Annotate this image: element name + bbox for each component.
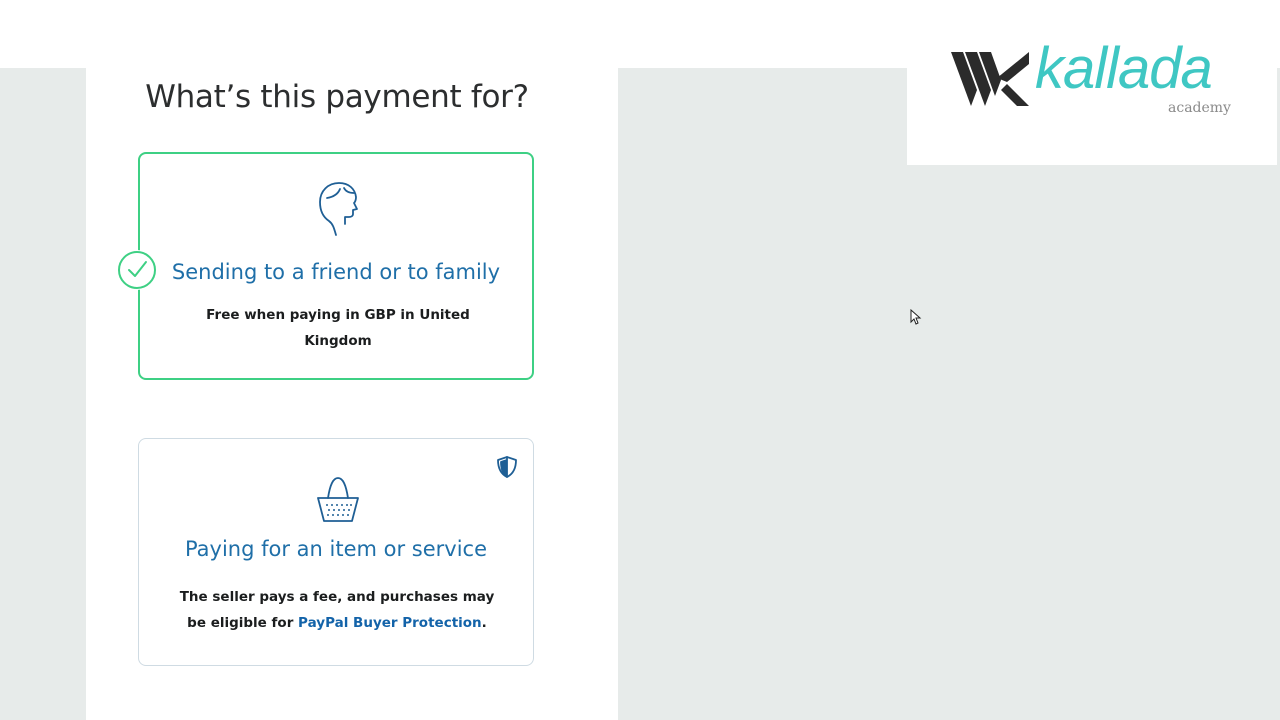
option-title: Sending to a friend or to family (171, 260, 501, 284)
logo-subtitle: academy (1168, 100, 1231, 116)
person-head-icon (316, 180, 360, 242)
option-description: Free when paying in GBP in United Kingdo… (206, 307, 470, 349)
selected-check-icon (117, 250, 157, 290)
buyer-protection-link[interactable]: PayPal Buyer Protection (298, 615, 482, 631)
shield-icon (495, 455, 519, 483)
page-title: What’s this payment for? (145, 78, 529, 115)
payment-type-panel: What’s this payment for? Sending to a fr… (86, 0, 618, 720)
option-item-or-service[interactable]: Paying for an item or service The seller… (138, 438, 534, 666)
option-friends-family[interactable]: Sending to a friend or to family Free wh… (138, 152, 534, 380)
description-suffix: . (481, 615, 487, 631)
shopping-basket-icon (315, 475, 361, 529)
option-description: The seller pays a fee, and purchases may… (179, 584, 495, 636)
mouse-cursor-icon (910, 308, 922, 329)
logo-brand-text: kallada (1035, 36, 1213, 101)
kallada-logo-mark (951, 50, 1031, 114)
option-title: Paying for an item or service (184, 537, 488, 561)
brand-logo: kallada academy (907, 0, 1277, 165)
